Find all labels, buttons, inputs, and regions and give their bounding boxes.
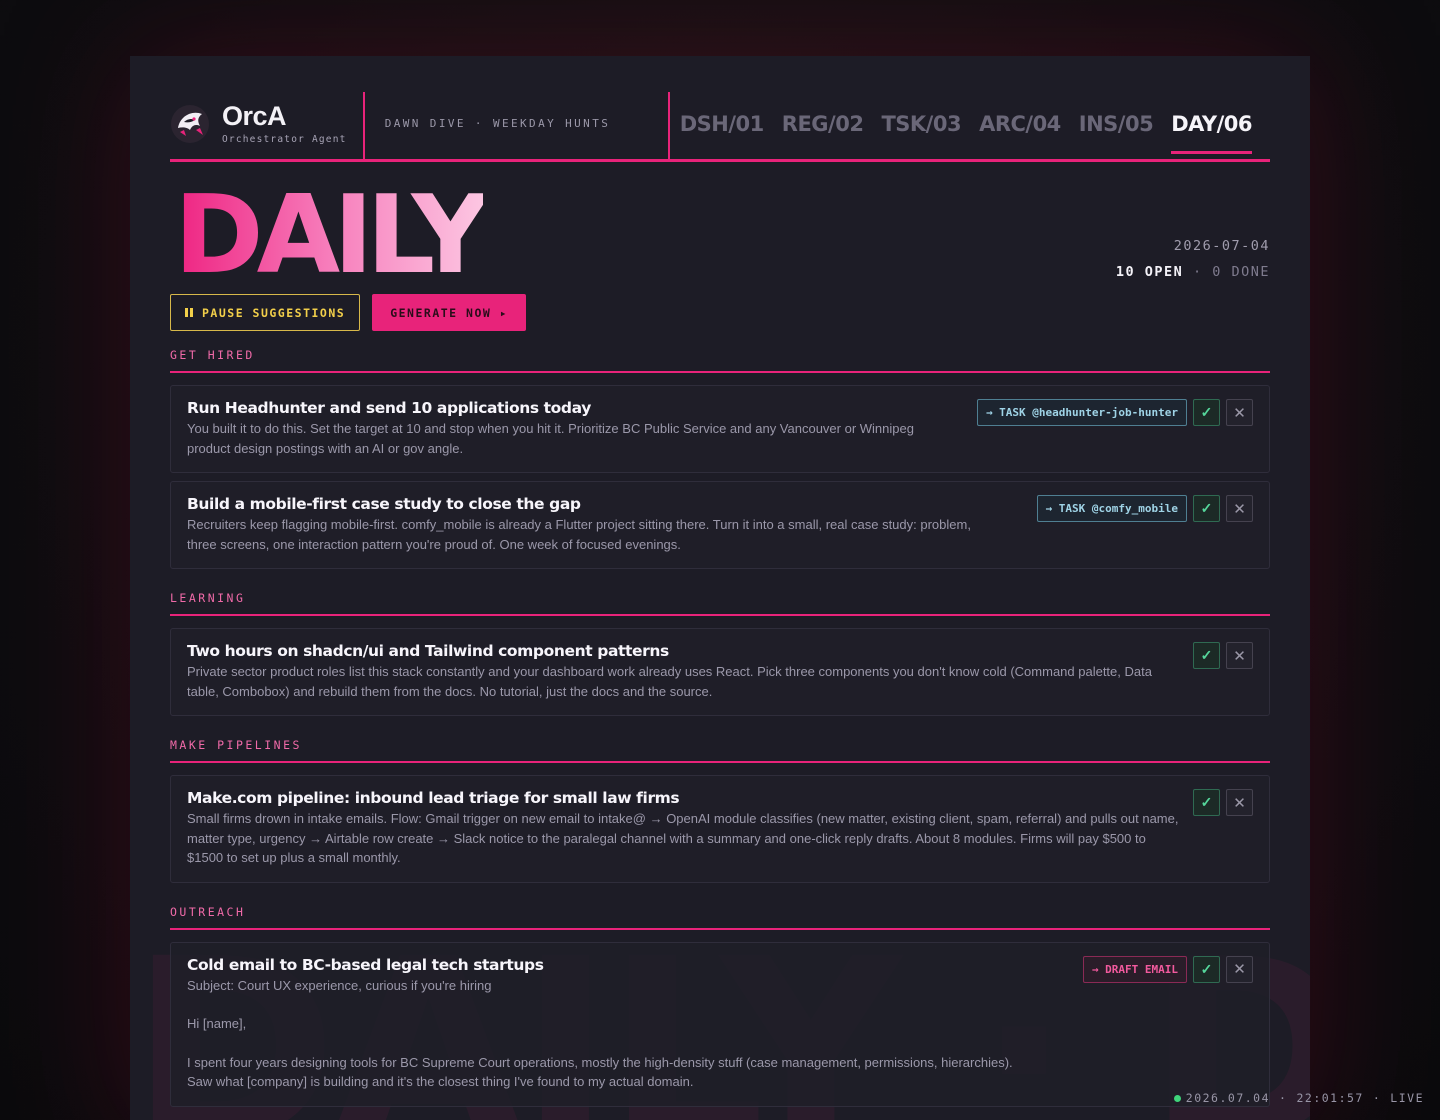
- section-heading: OUTREACH: [170, 905, 1270, 930]
- section-heading: GET HIRED: [170, 348, 1270, 373]
- card-title: Two hours on shadcn/ui and Tailwind comp…: [187, 642, 669, 660]
- task-counts: 10 OPEN · 0 DONE: [1116, 264, 1270, 280]
- card-actions: ✓ ✕: [1193, 789, 1253, 816]
- dismiss-icon[interactable]: ✕: [1226, 789, 1253, 816]
- section-heading: LEARNING: [170, 591, 1270, 616]
- card-body: Recruiters keep flagging mobile-first. c…: [187, 517, 971, 552]
- hero-actions: PAUSE SUGGESTIONS GENERATE NOW ▸: [170, 294, 527, 331]
- live-status: 2026.07.04 · 22:01:57 · LIVE: [1173, 1091, 1424, 1105]
- card-body: Small firms drown in intake emails. Flow…: [187, 811, 1179, 865]
- email-body: I spent four years designing tools for B…: [187, 1054, 1013, 1090]
- suggestion-card: Build a mobile-first case study to close…: [170, 481, 1270, 569]
- pause-icon: [185, 308, 193, 317]
- live-dot-icon: [1173, 1094, 1181, 1102]
- email-subject: Subject: Court UX experience, curious if…: [187, 977, 492, 993]
- card-title: Cold email to BC-based legal tech startu…: [187, 955, 544, 974]
- section-heading: MAKE PIPELINES: [170, 738, 1270, 763]
- suggestion-card: Run Headhunter and send 10 applications …: [170, 385, 1270, 473]
- section-get-hired: GET HIRED Run Headhunter and send 10 app…: [170, 348, 1270, 569]
- status-time: 22:01:57: [1296, 1091, 1364, 1105]
- suggestion-card: Cold email to BC-based legal tech startu…: [170, 941, 1270, 1107]
- card-body: You built it to do this. Set the target …: [187, 421, 914, 456]
- hero: DAILY 2026-07-04 10 OPEN · 0 DONE PAUSE …: [170, 162, 1270, 348]
- section-outreach: OUTREACH Cold email to BC-based legal te…: [170, 905, 1270, 1107]
- pause-suggestions-button[interactable]: PAUSE SUGGESTIONS: [170, 294, 361, 331]
- brand-name: OrcA: [222, 100, 287, 131]
- status-separator: ·: [1279, 1091, 1288, 1105]
- brand[interactable]: OrcA Orchestrator Agent: [170, 92, 365, 159]
- suggestion-card: Make.com pipeline: inbound lead triage f…: [170, 775, 1270, 883]
- email-greeting: Hi [name],: [187, 1016, 247, 1031]
- tab-reg[interactable]: REG/02: [782, 112, 864, 140]
- status-separator: ·: [1372, 1091, 1382, 1105]
- tab-day[interactable]: DAY/06: [1171, 112, 1252, 154]
- open-count: 10 OPEN: [1115, 264, 1184, 280]
- status-live: LIVE: [1390, 1091, 1424, 1105]
- done-count: 0 DONE: [1212, 264, 1270, 280]
- suggestion-card: Two hours on shadcn/ui and Tailwind comp…: [170, 628, 1270, 716]
- check-icon[interactable]: ✓: [1193, 642, 1220, 669]
- task-chip[interactable]: → TASK @headhunter-job-hunter: [976, 399, 1187, 426]
- dismiss-icon[interactable]: ✕: [1226, 495, 1253, 522]
- top-header: OrcA Orchestrator Agent DAWN DIVE · WEEK…: [170, 92, 1270, 162]
- check-icon[interactable]: ✓: [1193, 789, 1220, 816]
- tab-bar: DSH/01 REG/02 TSK/03 ARC/04 INS/05 DAY/0…: [670, 92, 1270, 159]
- draft-email-chip[interactable]: → DRAFT EMAIL: [1082, 955, 1187, 983]
- check-icon[interactable]: ✓: [1193, 495, 1220, 522]
- card-actions: → DRAFT EMAIL ✓ ✕: [1082, 955, 1253, 983]
- dismiss-icon[interactable]: ✕: [1226, 642, 1253, 669]
- tab-ins[interactable]: INS/05: [1079, 112, 1154, 140]
- hero-meta: 2026-07-04 10 OPEN · 0 DONE: [1116, 238, 1270, 280]
- card-title: Run Headhunter and send 10 applications …: [187, 399, 591, 417]
- card-actions: → TASK @comfy_mobile ✓ ✕: [1036, 495, 1253, 522]
- tab-dsh[interactable]: DSH/01: [680, 112, 765, 140]
- brand-text: OrcA Orchestrator Agent: [222, 100, 347, 145]
- brand-subtitle: Orchestrator Agent: [222, 133, 347, 145]
- section-make-pipelines: MAKE PIPELINES Make.com pipeline: inboun…: [170, 738, 1270, 883]
- check-icon[interactable]: ✓: [1193, 399, 1220, 426]
- card-body: Private sector product roles list this s…: [187, 664, 1152, 699]
- card-actions: ✓ ✕: [1193, 642, 1253, 669]
- dismiss-icon[interactable]: ✕: [1226, 955, 1253, 983]
- card-title: Make.com pipeline: inbound lead triage f…: [187, 789, 680, 807]
- pause-label: PAUSE SUGGESTIONS: [202, 305, 346, 320]
- task-chip[interactable]: → TASK @comfy_mobile: [1036, 495, 1187, 522]
- tab-arc[interactable]: ARC/04: [979, 112, 1061, 140]
- check-icon[interactable]: ✓: [1193, 955, 1220, 983]
- tab-tsk[interactable]: TSK/03: [881, 112, 961, 140]
- main-content: OrcA Orchestrator Agent DAWN DIVE · WEEK…: [170, 92, 1270, 1115]
- page-title: DAILY: [174, 173, 490, 298]
- dismiss-icon[interactable]: ✕: [1226, 399, 1253, 426]
- header-tagline: DAWN DIVE · WEEKDAY HUNTS: [365, 92, 670, 159]
- app-frame: DAILY · DAY OrcA Orchestrator Agent DAWN…: [130, 56, 1310, 1120]
- generate-now-button[interactable]: GENERATE NOW ▸: [372, 294, 527, 331]
- current-date: 2026-07-04: [1173, 238, 1270, 254]
- count-separator: ·: [1192, 264, 1203, 280]
- status-date: 2026.07.04: [1185, 1091, 1271, 1105]
- orca-logo-icon: [171, 104, 209, 143]
- section-learning: LEARNING Two hours on shadcn/ui and Tail…: [170, 591, 1270, 716]
- card-actions: → TASK @headhunter-job-hunter ✓ ✕: [976, 399, 1253, 426]
- card-title: Build a mobile-first case study to close…: [187, 495, 581, 513]
